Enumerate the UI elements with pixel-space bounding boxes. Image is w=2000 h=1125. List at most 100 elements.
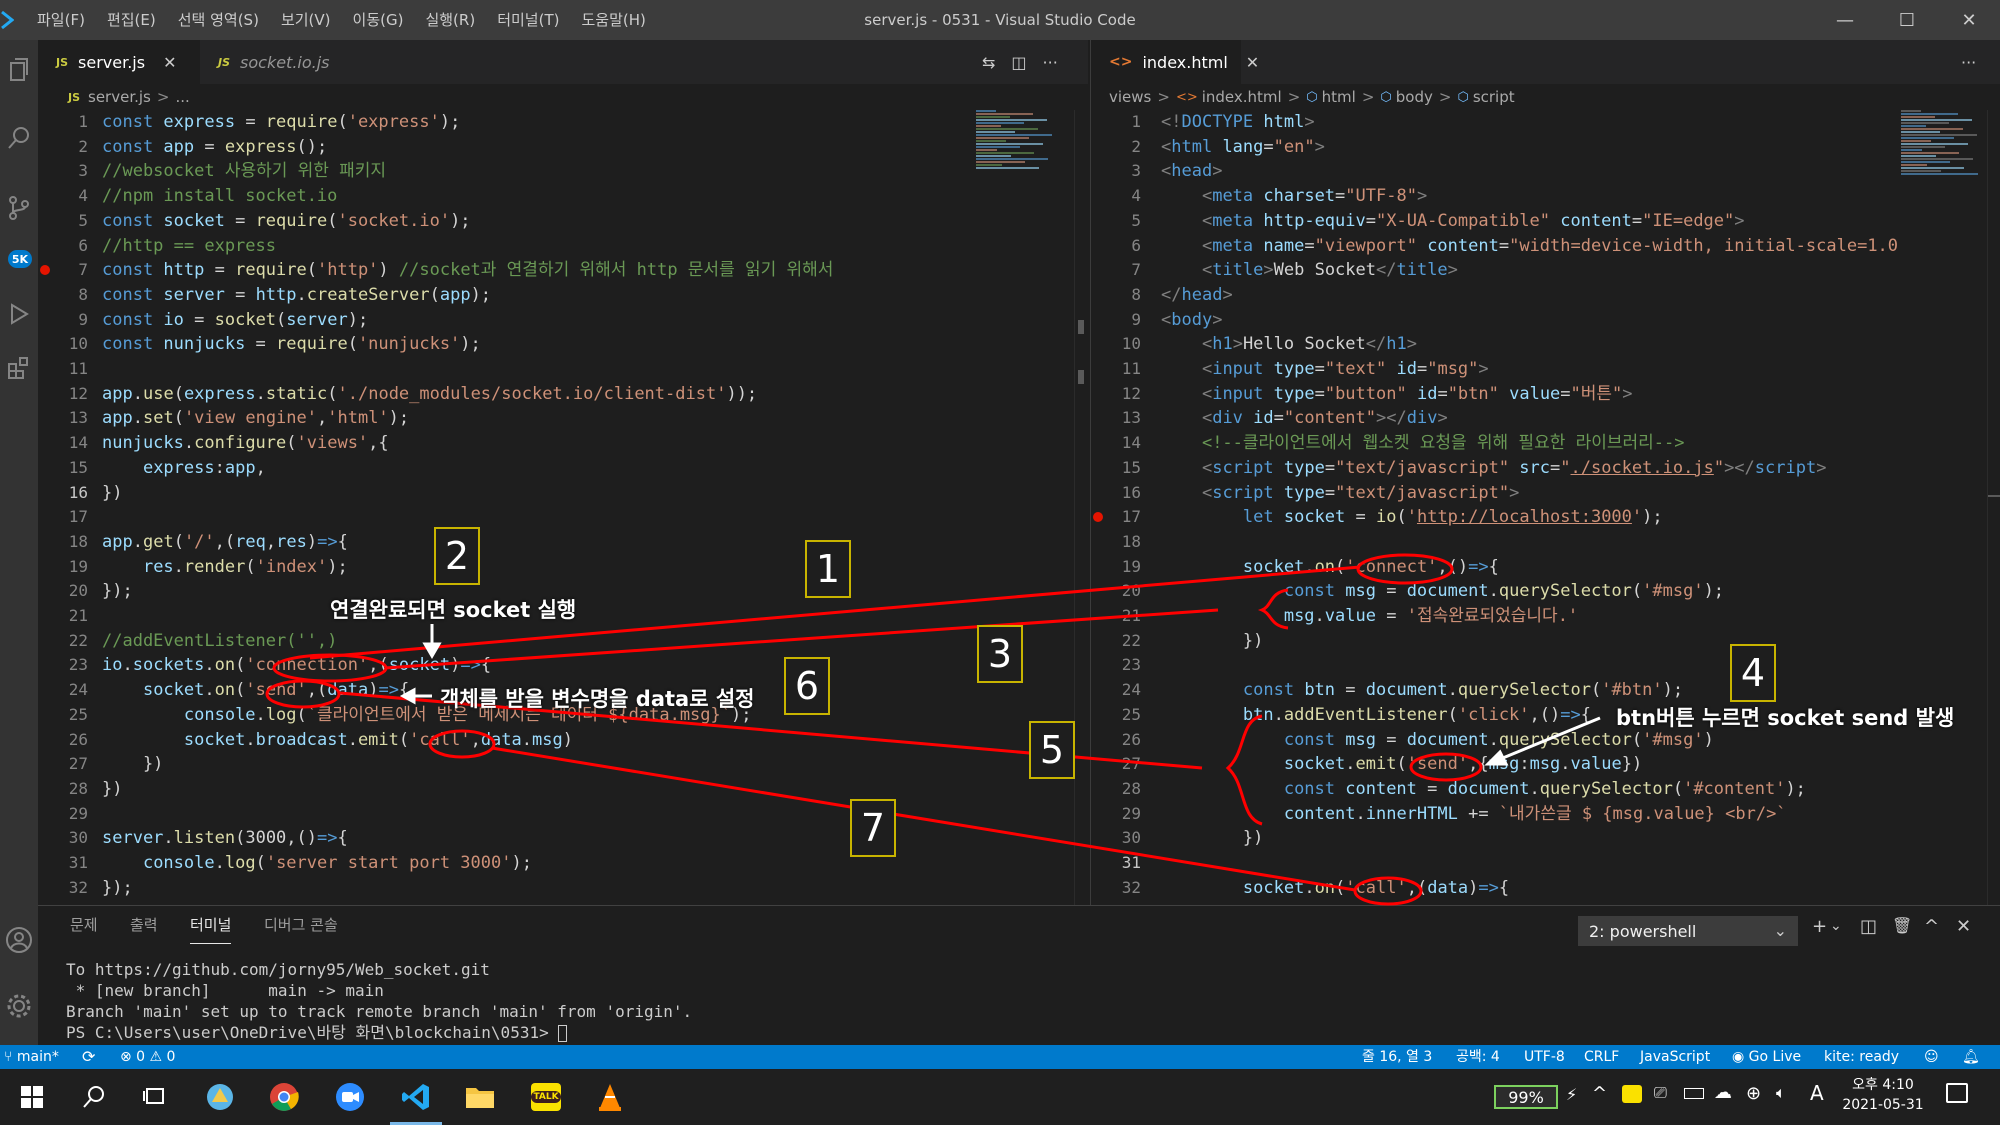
vlc-icon[interactable] bbox=[590, 1077, 630, 1117]
breadcrumb-file[interactable]: index.html bbox=[1202, 88, 1282, 106]
code-line[interactable]: 31 console.log('server start port 3000')… bbox=[38, 851, 978, 876]
kite-status[interactable]: kite: ready bbox=[1824, 1045, 1899, 1069]
code-line[interactable]: 2 <html lang="en"> bbox=[1091, 135, 1897, 160]
code-editor-index-html[interactable]: 1 <!DOCTYPE html> 2 <html lang="en"> 3 <head>… bbox=[1091, 110, 1897, 905]
notifications-bell-icon[interactable]: 🔔︎ bbox=[1962, 1045, 1980, 1069]
menu-item[interactable]: 이동(G) bbox=[342, 0, 415, 40]
code-line[interactable]: 29 bbox=[38, 802, 978, 827]
problems-indicator[interactable]: ⊗ 0 ⚠ 0 bbox=[120, 1045, 175, 1069]
indentation[interactable]: 공백: 4 bbox=[1456, 1045, 1500, 1069]
code-line[interactable]: 6 <meta name="viewport" content="width=d… bbox=[1091, 234, 1897, 259]
tray-chevron-icon[interactable]: ^ bbox=[1592, 1083, 1607, 1104]
code-line[interactable]: 8 </head> bbox=[1091, 283, 1897, 308]
code-line[interactable]: 11 <input type="text" id="msg"> bbox=[1091, 357, 1897, 382]
tab-terminal[interactable]: 터미널 bbox=[190, 914, 232, 944]
code-line[interactable]: 2 const app = express(); bbox=[38, 135, 978, 160]
feedback-icon[interactable]: ☺ bbox=[1924, 1045, 1939, 1069]
sync-icon[interactable]: ⟳ bbox=[82, 1045, 95, 1069]
code-line[interactable]: 29 content.innerHTML += `내가쓴글 $ {msg.val… bbox=[1091, 802, 1897, 827]
close-panel-icon[interactable]: ✕ bbox=[1956, 916, 1971, 937]
code-line[interactable]: 27 }) bbox=[38, 752, 978, 777]
menu-item[interactable]: 도움말(H) bbox=[570, 0, 656, 40]
code-line[interactable]: 18 bbox=[1091, 530, 1897, 555]
breadcrumb-body[interactable]: body bbox=[1396, 88, 1433, 106]
terminal-prompt[interactable]: PS C:\Users\user\OneDrive\바탕 화면\blockcha… bbox=[66, 1022, 568, 1043]
code-line[interactable]: 17 let socket = io('http://localhost:300… bbox=[1091, 505, 1897, 530]
code-line[interactable]: 23 bbox=[1091, 653, 1897, 678]
tab-close-icon[interactable]: ✕ bbox=[1246, 53, 1259, 72]
code-line[interactable]: 11 bbox=[38, 357, 978, 382]
code-line[interactable]: 3 <head> bbox=[1091, 159, 1897, 184]
code-line[interactable]: 24 const btn = document.querySelector('#… bbox=[1091, 678, 1897, 703]
app-icon[interactable] bbox=[200, 1077, 240, 1117]
tab-server-js[interactable]: JS server.js ✕ bbox=[38, 40, 200, 84]
vertical-scrollbar[interactable] bbox=[1987, 110, 2000, 905]
code-line[interactable]: 15 express:app, bbox=[38, 456, 978, 481]
menu-item[interactable]: 실행(R) bbox=[414, 0, 486, 40]
battery-tray-icon[interactable] bbox=[1684, 1088, 1704, 1099]
settings-gear-icon[interactable] bbox=[0, 978, 38, 1034]
menu-item[interactable]: 파일(F) bbox=[26, 0, 96, 40]
tab-debug-console[interactable]: 디버그 콘솔 bbox=[264, 914, 338, 935]
code-line[interactable]: 31 bbox=[1091, 851, 1897, 876]
code-line[interactable]: 12 app.use(express.static('./node_modules… bbox=[38, 382, 978, 407]
more-actions-icon[interactable]: ··· bbox=[1961, 53, 1976, 72]
vertical-scrollbar[interactable] bbox=[1074, 110, 1088, 905]
ime-indicator[interactable]: A bbox=[1810, 1081, 1824, 1105]
code-line[interactable]: 5 <meta http-equiv="X-UA-Compatible" con… bbox=[1091, 209, 1897, 234]
source-control-icon[interactable] bbox=[0, 180, 38, 236]
code-line[interactable]: 21 msg.value = '접속완료되었습니다.' bbox=[1091, 604, 1897, 629]
code-line[interactable]: 13 app.set('view engine','html'); bbox=[38, 406, 978, 431]
file-explorer-icon[interactable] bbox=[460, 1077, 500, 1117]
cursor-position[interactable]: 줄 16, 열 3 bbox=[1362, 1045, 1432, 1069]
split-terminal-icon[interactable]: ◫ bbox=[1860, 916, 1877, 937]
code-line[interactable]: 1 const express = require('express'); bbox=[38, 110, 978, 135]
code-line[interactable]: 14 <!--클라이언트에서 웹소켓 요청을 위해 필요한 라이브러리--> bbox=[1091, 431, 1897, 456]
close-window-button[interactable]: ✕ bbox=[1938, 0, 2000, 40]
line-ending[interactable]: CRLF bbox=[1584, 1045, 1619, 1069]
code-line[interactable]: 22 //addEventListener('',) bbox=[38, 629, 978, 654]
extensions-icon[interactable] bbox=[0, 340, 38, 396]
minimize-button[interactable]: — bbox=[1814, 0, 1876, 40]
code-line[interactable]: 12 <input type="button" id="btn" value="… bbox=[1091, 382, 1897, 407]
tab-problems[interactable]: 문제 bbox=[70, 914, 98, 935]
run-debug-icon[interactable] bbox=[0, 286, 38, 342]
code-line[interactable]: 28}) bbox=[38, 777, 978, 802]
code-line[interactable]: 16}) bbox=[38, 481, 978, 506]
code-line[interactable]: 4 //npm install socket.io bbox=[38, 184, 978, 209]
code-line[interactable]: 3 //websocket 사용하기 위한 패키지 bbox=[38, 159, 978, 184]
network-globe-icon[interactable]: ⊕ bbox=[1746, 1083, 1761, 1104]
compare-changes-icon[interactable]: ⇆ bbox=[982, 53, 995, 72]
branch-indicator[interactable]: ⑂ main* bbox=[4, 1045, 59, 1069]
terminal-dropdown-icon[interactable]: ⌄ bbox=[1830, 918, 1842, 934]
code-line[interactable]: 17 bbox=[38, 505, 978, 530]
code-line[interactable]: 16 <script type="text/javascript"> bbox=[1091, 481, 1897, 506]
account-icon[interactable] bbox=[0, 912, 38, 968]
maximize-panel-icon[interactable]: ^ bbox=[1924, 916, 1939, 937]
more-actions-icon[interactable]: ··· bbox=[1043, 53, 1058, 72]
code-line[interactable]: 13 <div id="content"></div> bbox=[1091, 406, 1897, 431]
maximize-button[interactable]: ☐ bbox=[1876, 0, 1938, 40]
breadcrumb-script[interactable]: script bbox=[1473, 88, 1515, 106]
code-line[interactable]: 1 <!DOCTYPE html> bbox=[1091, 110, 1897, 135]
breadcrumb-html[interactable]: html bbox=[1322, 88, 1356, 106]
code-line[interactable]: 6 //http == express bbox=[38, 234, 978, 259]
code-editor-server-js[interactable]: 1 const express = require('express'); 2 con… bbox=[38, 110, 978, 905]
tab-socket-io-js[interactable]: JS socket.io.js bbox=[200, 40, 390, 84]
code-line[interactable]: 10 <h1>Hello Socket</h1> bbox=[1091, 332, 1897, 357]
code-line[interactable]: 5 const socket = require('socket.io'); bbox=[38, 209, 978, 234]
menu-item[interactable]: 선택 영역(S) bbox=[167, 0, 270, 40]
zoom-icon[interactable] bbox=[330, 1077, 370, 1117]
onedrive-cloud-icon[interactable]: ☁︎ bbox=[1714, 1082, 1732, 1103]
kakaotalk-icon[interactable]: TALK bbox=[526, 1077, 566, 1117]
chat-tray-icon[interactable] bbox=[1622, 1085, 1642, 1103]
minimap[interactable] bbox=[1901, 110, 1997, 180]
menu-item[interactable]: 터미널(T) bbox=[486, 0, 570, 40]
code-line[interactable]: 26 socket.broadcast.emit('call',data.msg… bbox=[38, 728, 978, 753]
trash-icon[interactable]: 🗑 bbox=[1892, 916, 1912, 935]
encoding[interactable]: UTF-8 bbox=[1524, 1045, 1565, 1069]
code-line[interactable]: 9 const io = socket(server); bbox=[38, 308, 978, 333]
new-terminal-icon[interactable]: + bbox=[1812, 916, 1827, 937]
tab-index-html[interactable]: <> index.html ✕ bbox=[1091, 40, 1259, 84]
task-view-icon[interactable] bbox=[136, 1077, 176, 1117]
